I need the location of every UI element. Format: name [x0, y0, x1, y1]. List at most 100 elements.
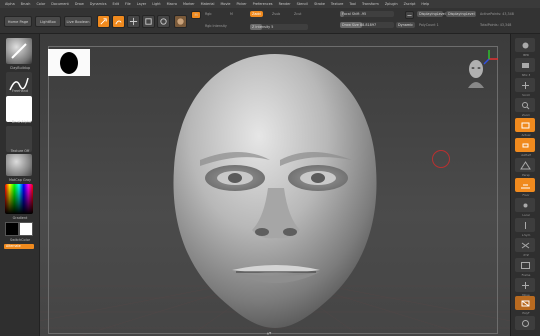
menu-item[interactable]: Picker	[234, 0, 250, 8]
menu-item[interactable]: Light	[149, 0, 163, 8]
alpha-label: ~BrushAlpha	[8, 120, 32, 124]
z-intensity-slider[interactable]: Z Intensity 5	[250, 24, 308, 30]
menu-item[interactable]: Preferences	[250, 0, 276, 8]
menu-item[interactable]: Macro	[164, 0, 180, 8]
right-shelf: BPR SPix 3 Scroll Zoom Actual AAHalf Per…	[510, 34, 540, 336]
xyz-button[interactable]	[515, 238, 535, 252]
half-size-icon	[522, 143, 528, 147]
transp-button[interactable]	[515, 316, 535, 330]
menu-item[interactable]: Tool	[346, 0, 359, 8]
floor-button[interactable]	[515, 178, 535, 192]
menu-item[interactable]: Layer	[134, 0, 149, 8]
xyz-label: XYZ	[523, 253, 529, 257]
lsym-button[interactable]	[515, 218, 535, 232]
alpha-selector[interactable]	[6, 96, 32, 122]
menu-item[interactable]: Zscript	[401, 0, 419, 8]
rotate-mode-button[interactable]	[157, 15, 170, 28]
perspective-icon	[519, 160, 531, 169]
draw-mode-button[interactable]	[112, 15, 125, 28]
alternate-button[interactable]: Alternate	[4, 244, 34, 249]
zoom-button[interactable]	[515, 98, 535, 112]
bpr-button[interactable]	[515, 38, 535, 52]
actual-button[interactable]	[515, 118, 535, 132]
menu-item[interactable]: Stroke	[311, 0, 328, 8]
bottom-shelf-handle[interactable]: ▲▼	[262, 331, 276, 335]
stroke-selector[interactable]	[6, 72, 32, 98]
home-page-button[interactable]: Home Page	[4, 16, 32, 27]
floor-label: Floor	[522, 193, 530, 197]
polyf-button[interactable]	[515, 296, 535, 310]
menu-item[interactable]: Draw	[72, 0, 87, 8]
persp-button[interactable]	[515, 158, 535, 172]
draw-icon	[115, 20, 122, 25]
displaying-level-slider-2[interactable]: DisplayingLevel	[446, 11, 476, 17]
aahalf-button[interactable]	[515, 138, 535, 152]
menu-item[interactable]: Texture	[328, 0, 346, 8]
menu-item[interactable]: Document	[48, 0, 72, 8]
scale-mode-button[interactable]	[142, 15, 155, 28]
scroll-icon	[521, 81, 529, 89]
floor-grid-icon	[520, 184, 530, 188]
m-toggle[interactable]: M	[230, 12, 233, 16]
rotate-icon	[160, 18, 167, 25]
scale-icon	[145, 18, 152, 25]
menu-item[interactable]: Transform	[359, 0, 382, 8]
brush-cursor	[432, 150, 450, 168]
menu-item[interactable]: Marker	[180, 0, 198, 8]
zadd-toggle[interactable]: Zadd	[250, 11, 263, 17]
move-mode-button[interactable]	[127, 15, 140, 28]
mrgb-toggle[interactable]: M	[191, 11, 201, 19]
menu-item[interactable]: Zplugin	[382, 0, 401, 8]
dynamic-toggle[interactable]: Dynamic	[396, 22, 415, 28]
focal-shift-slider[interactable]: Focal Shift -95	[340, 11, 394, 17]
bpr-label: BPR	[523, 53, 529, 57]
sphere-icon	[177, 18, 184, 25]
stroke-label: FreeHand	[11, 89, 29, 93]
live-boolean-button[interactable]: Live Boolean	[64, 16, 92, 27]
menu-item[interactable]: Edit	[109, 0, 122, 8]
lsym-label: L.Sym	[521, 233, 531, 237]
canvas-viewport[interactable]	[40, 34, 510, 336]
switch-color-button[interactable]: SwitchColor	[3, 238, 37, 242]
menu-item[interactable]: Brush	[18, 0, 34, 8]
head-navigator-icon[interactable]	[465, 58, 487, 88]
local-button[interactable]	[515, 198, 535, 212]
texture-label: Texture Off	[10, 149, 30, 153]
move-button[interactable]	[515, 278, 535, 292]
rgb-intensity-label[interactable]: Rgb Intensity	[205, 24, 227, 28]
gradient-label[interactable]: Gradient	[3, 216, 37, 220]
zcut-toggle[interactable]: Zcut	[294, 12, 301, 16]
menu-item[interactable]: Render	[276, 0, 294, 8]
menu-item[interactable]: Movie	[217, 0, 233, 8]
secondary-color-swatch[interactable]	[19, 222, 33, 236]
menu-item[interactable]: Alpha	[2, 0, 18, 8]
left-shelf: ClayBuildup FreeHand ~BrushAlpha Texture…	[0, 34, 40, 336]
material-selector[interactable]	[6, 154, 32, 176]
draw-size-value: Draw Size 88.81897	[342, 23, 377, 27]
material-swatch-button[interactable]	[174, 15, 187, 28]
menu-item[interactable]: Stencil	[294, 0, 311, 8]
scroll-button[interactable]	[515, 78, 535, 92]
draw-size-slider[interactable]: Draw Size 88.81897	[340, 22, 394, 28]
rgb-toggle[interactable]: Rgb	[205, 12, 211, 16]
actual-size-icon	[521, 122, 529, 128]
main-color-swatch[interactable]	[5, 222, 19, 236]
material-label: MatCap Gray	[8, 178, 32, 182]
menu-item[interactable]: Color	[33, 0, 48, 8]
menu-item[interactable]: Help	[418, 0, 432, 8]
color-picker[interactable]	[5, 184, 33, 214]
polyframe-icon	[521, 300, 529, 306]
navigator-thumbnail[interactable]	[48, 49, 90, 76]
rgb-channel-button[interactable]	[405, 11, 414, 19]
menu-item[interactable]: File	[122, 0, 134, 8]
spix-button[interactable]	[515, 58, 535, 72]
menu-item[interactable]: Material	[198, 0, 218, 8]
frame-button[interactable]	[515, 258, 535, 272]
menu-item[interactable]: Dynamics	[87, 0, 110, 8]
render-icon	[522, 42, 528, 48]
lightbox-button[interactable]: LightBox	[35, 16, 61, 27]
brush-selector[interactable]	[6, 38, 32, 64]
displaying-level-slider[interactable]: DisplayingLevel	[417, 11, 446, 17]
edit-mode-button[interactable]	[97, 15, 110, 28]
zsub-toggle[interactable]: Zsub	[272, 12, 280, 16]
